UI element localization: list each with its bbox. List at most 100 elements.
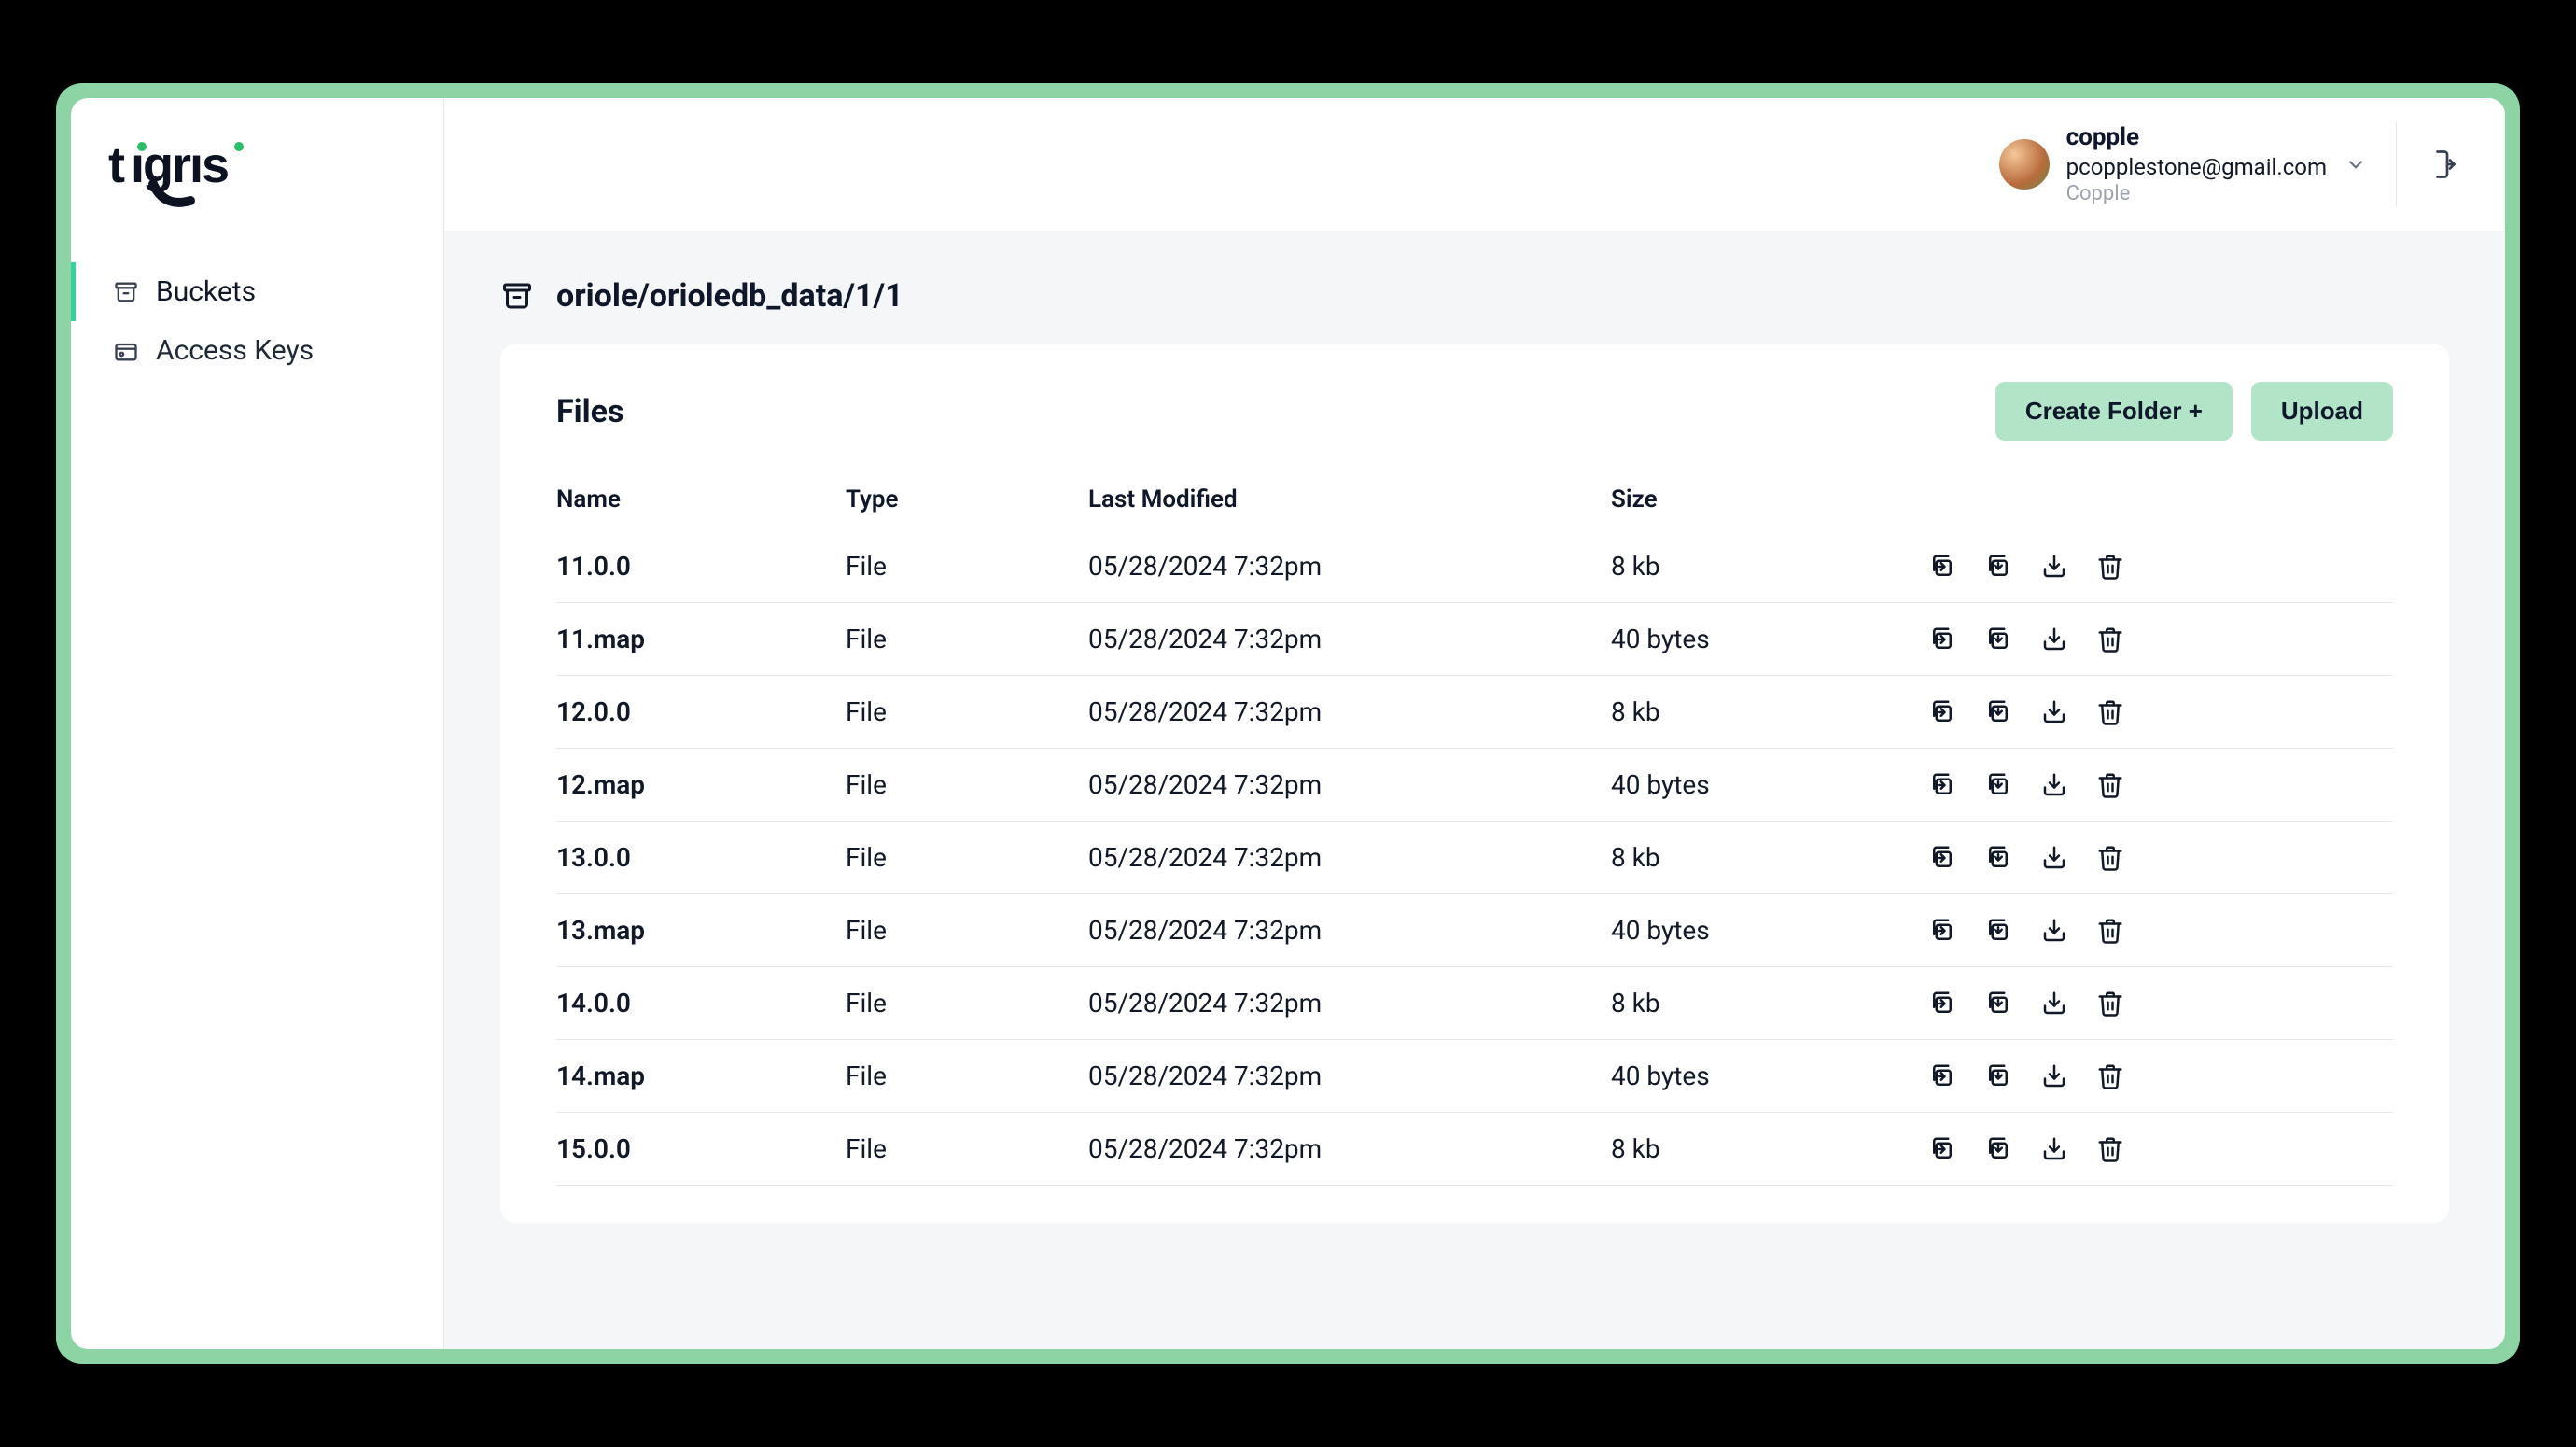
logout-icon[interactable] — [2425, 148, 2458, 181]
file-size: 8 kb — [1611, 988, 1928, 1019]
file-modified: 05/28/2024 7:32pm — [1088, 769, 1611, 800]
trash-icon[interactable] — [2096, 1062, 2124, 1090]
copy-in-icon[interactable] — [1984, 844, 2012, 872]
file-size: 40 bytes — [1611, 1061, 1928, 1091]
avatar — [1999, 139, 2050, 190]
copy-out-icon[interactable] — [1928, 553, 1956, 581]
trash-icon[interactable] — [2096, 625, 2124, 653]
file-name: 15.0.0 — [556, 1133, 846, 1164]
files-card: Files Create Folder + Upload Name Type L… — [500, 344, 2449, 1223]
trash-icon[interactable] — [2096, 771, 2124, 799]
trash-icon[interactable] — [2096, 844, 2124, 872]
table-row[interactable]: 12.mapFile05/28/2024 7:32pm40 bytes — [556, 749, 2393, 822]
upload-button[interactable]: Upload — [2251, 382, 2393, 441]
download-icon[interactable] — [2040, 625, 2068, 653]
file-size: 40 bytes — [1611, 769, 1928, 800]
file-type: File — [846, 696, 1088, 727]
copy-in-icon[interactable] — [1984, 698, 2012, 726]
col-type: Type — [846, 485, 1088, 513]
file-name: 14.map — [556, 1061, 846, 1091]
table-row[interactable]: 14.0.0File05/28/2024 7:32pm8 kb — [556, 967, 2393, 1040]
file-size: 40 bytes — [1611, 915, 1928, 946]
sidebar-item-access-keys[interactable]: Access Keys — [71, 321, 443, 380]
nav-list: Buckets Access Keys — [71, 262, 443, 380]
download-icon[interactable] — [2040, 990, 2068, 1018]
copy-out-icon[interactable] — [1928, 1062, 1956, 1090]
file-name: 13.0.0 — [556, 842, 846, 873]
copy-in-icon[interactable] — [1984, 917, 2012, 945]
copy-in-icon[interactable] — [1984, 1135, 2012, 1163]
sidebar: t ıgrıs Buckets Access Keys — [71, 98, 444, 1349]
download-icon[interactable] — [2040, 771, 2068, 799]
card-title: Files — [556, 393, 623, 430]
copy-in-icon[interactable] — [1984, 625, 2012, 653]
file-modified: 05/28/2024 7:32pm — [1088, 551, 1611, 582]
copy-in-icon[interactable] — [1984, 553, 2012, 581]
svg-text:t: t — [108, 137, 125, 193]
topbar: copple pcopplestone@gmail.com Copple — [444, 98, 2505, 231]
trash-icon[interactable] — [2096, 698, 2124, 726]
file-size: 40 bytes — [1611, 624, 1928, 654]
key-icon — [113, 338, 139, 364]
table-row[interactable]: 12.0.0File05/28/2024 7:32pm8 kb — [556, 676, 2393, 749]
file-modified: 05/28/2024 7:32pm — [1088, 696, 1611, 727]
trash-icon[interactable] — [2096, 1135, 2124, 1163]
col-modified: Last Modified — [1088, 485, 1611, 513]
table-row[interactable]: 15.0.0File05/28/2024 7:32pm8 kb — [556, 1113, 2393, 1186]
file-name: 12.0.0 — [556, 696, 846, 727]
copy-in-icon[interactable] — [1984, 771, 2012, 799]
table-row[interactable]: 13.mapFile05/28/2024 7:32pm40 bytes — [556, 894, 2393, 967]
trash-icon[interactable] — [2096, 990, 2124, 1018]
copy-out-icon[interactable] — [1928, 844, 1956, 872]
file-size: 8 kb — [1611, 1133, 1928, 1164]
svg-text:ıgrıs: ıgrıs — [131, 137, 228, 193]
trash-icon[interactable] — [2096, 917, 2124, 945]
archive-icon — [500, 279, 534, 313]
file-modified: 05/28/2024 7:32pm — [1088, 842, 1611, 873]
col-name: Name — [556, 485, 846, 513]
brand-logo: t ıgrıs — [71, 135, 443, 262]
user-name: copple — [2066, 122, 2327, 153]
file-modified: 05/28/2024 7:32pm — [1088, 624, 1611, 654]
file-type: File — [846, 842, 1088, 873]
copy-out-icon[interactable] — [1928, 1135, 1956, 1163]
table-row[interactable]: 14.mapFile05/28/2024 7:32pm40 bytes — [556, 1040, 2393, 1113]
copy-out-icon[interactable] — [1928, 990, 1956, 1018]
download-icon[interactable] — [2040, 1135, 2068, 1163]
user-menu[interactable]: copple pcopplestone@gmail.com Copple — [1999, 122, 2368, 206]
trash-icon[interactable] — [2096, 553, 2124, 581]
user-org: Copple — [2066, 181, 2327, 207]
table-header: Name Type Last Modified Size — [556, 469, 2393, 530]
copy-out-icon[interactable] — [1928, 917, 1956, 945]
download-icon[interactable] — [2040, 553, 2068, 581]
copy-out-icon[interactable] — [1928, 698, 1956, 726]
copy-in-icon[interactable] — [1984, 990, 2012, 1018]
copy-in-icon[interactable] — [1984, 1062, 2012, 1090]
file-name: 12.map — [556, 769, 846, 800]
download-icon[interactable] — [2040, 1062, 2068, 1090]
file-modified: 05/28/2024 7:32pm — [1088, 1061, 1611, 1091]
file-type: File — [846, 769, 1088, 800]
table-row[interactable]: 13.0.0File05/28/2024 7:32pm8 kb — [556, 822, 2393, 894]
download-icon[interactable] — [2040, 844, 2068, 872]
file-name: 13.map — [556, 915, 846, 946]
create-folder-button[interactable]: Create Folder + — [1995, 382, 2233, 441]
copy-out-icon[interactable] — [1928, 625, 1956, 653]
file-type: File — [846, 915, 1088, 946]
breadcrumb-path: oriole/orioledb_data/1/1 — [556, 277, 903, 315]
table-row[interactable]: 11.mapFile05/28/2024 7:32pm40 bytes — [556, 603, 2393, 676]
divider — [2396, 122, 2397, 206]
breadcrumb: oriole/orioledb_data/1/1 — [500, 277, 2449, 315]
file-type: File — [846, 551, 1088, 582]
file-type: File — [846, 988, 1088, 1019]
sidebar-item-label: Buckets — [156, 275, 256, 308]
sidebar-item-label: Access Keys — [156, 334, 314, 367]
sidebar-item-buckets[interactable]: Buckets — [71, 262, 443, 321]
download-icon[interactable] — [2040, 917, 2068, 945]
file-type: File — [846, 1133, 1088, 1164]
download-icon[interactable] — [2040, 698, 2068, 726]
copy-out-icon[interactable] — [1928, 771, 1956, 799]
file-modified: 05/28/2024 7:32pm — [1088, 988, 1611, 1019]
table-row[interactable]: 11.0.0File05/28/2024 7:32pm8 kb — [556, 530, 2393, 603]
file-size: 8 kb — [1611, 551, 1928, 582]
